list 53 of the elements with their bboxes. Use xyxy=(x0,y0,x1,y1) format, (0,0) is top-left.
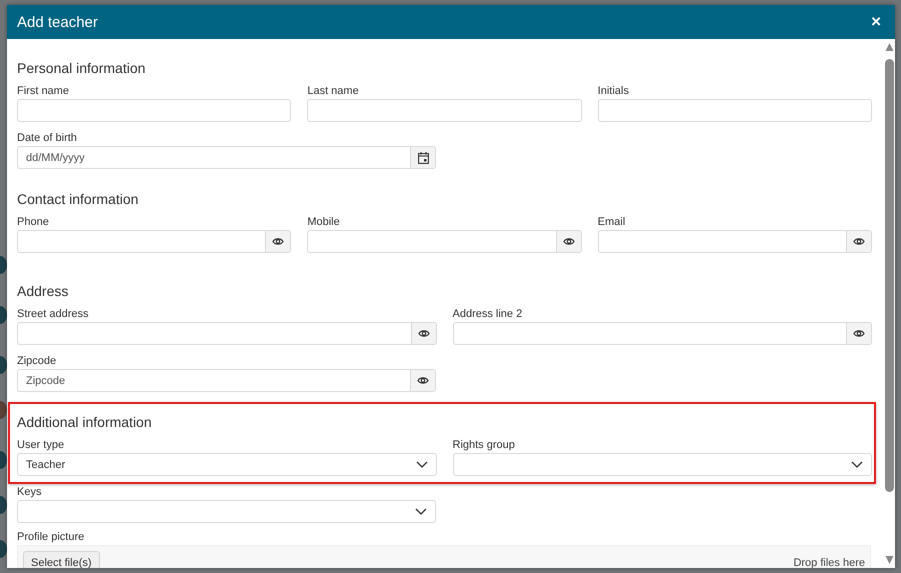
field-label: Email xyxy=(598,216,626,229)
text-field[interactable] xyxy=(17,99,292,122)
chevron-down-icon xyxy=(416,461,428,468)
select-field[interactable] xyxy=(452,453,872,476)
eye-icon xyxy=(417,376,429,385)
eye-icon xyxy=(272,237,284,246)
date-field[interactable]: dd/MM/yyyy xyxy=(17,146,436,169)
section-heading: Personal information xyxy=(17,59,146,77)
field-label: Date of birth xyxy=(17,132,78,145)
close-button[interactable]: × xyxy=(869,12,883,32)
select-field[interactable] xyxy=(17,500,436,523)
visibility-button[interactable] xyxy=(846,231,871,252)
calendar-button[interactable] xyxy=(410,147,435,168)
text-field[interactable] xyxy=(307,99,582,122)
dialog-title: Add teacher xyxy=(17,14,98,30)
eye-icon xyxy=(853,329,865,338)
text-field[interactable] xyxy=(598,99,872,122)
chevron-down-icon xyxy=(415,508,427,515)
visibility-button[interactable] xyxy=(556,231,581,252)
text-field[interactable] xyxy=(598,230,872,253)
text-field[interactable]: Zipcode xyxy=(17,369,436,392)
section-heading: Address xyxy=(17,282,70,300)
field-label: Street address xyxy=(17,308,90,321)
section-heading: Contact information xyxy=(17,190,140,208)
field-label: Mobile xyxy=(307,216,341,229)
text-field[interactable] xyxy=(17,230,292,253)
field-label: Phone xyxy=(17,216,50,229)
visibility-button[interactable] xyxy=(265,231,290,252)
file-drop-zone[interactable]: Select file(s) Drop files here xyxy=(17,545,871,568)
select-field[interactable]: Teacher xyxy=(17,453,436,476)
field-label: Keys xyxy=(17,486,42,499)
visibility-button[interactable] xyxy=(410,370,435,391)
select-files-button[interactable]: Select file(s) xyxy=(23,551,100,568)
calendar-icon xyxy=(418,152,428,164)
drop-hint: Drop files here xyxy=(793,557,865,568)
chevron-down-icon xyxy=(851,461,863,468)
field-label: User type xyxy=(17,439,66,452)
eye-icon xyxy=(418,329,430,338)
visibility-button[interactable] xyxy=(410,323,436,344)
eye-icon xyxy=(562,237,575,246)
field-label: Last name xyxy=(307,85,360,98)
field-label: Address line 2 xyxy=(452,308,524,321)
field-label: Rights group xyxy=(452,439,516,452)
field-label: Profile picture xyxy=(17,531,86,544)
eye-icon xyxy=(853,237,865,246)
visibility-button[interactable] xyxy=(846,323,871,344)
text-field[interactable] xyxy=(307,230,582,253)
field-label: Initials xyxy=(598,85,630,98)
field-label: First name xyxy=(17,85,70,98)
section-heading: Additional information xyxy=(17,413,153,431)
text-field[interactable] xyxy=(17,322,436,345)
text-field[interactable] xyxy=(452,322,872,345)
field-label: Zipcode xyxy=(17,355,58,368)
